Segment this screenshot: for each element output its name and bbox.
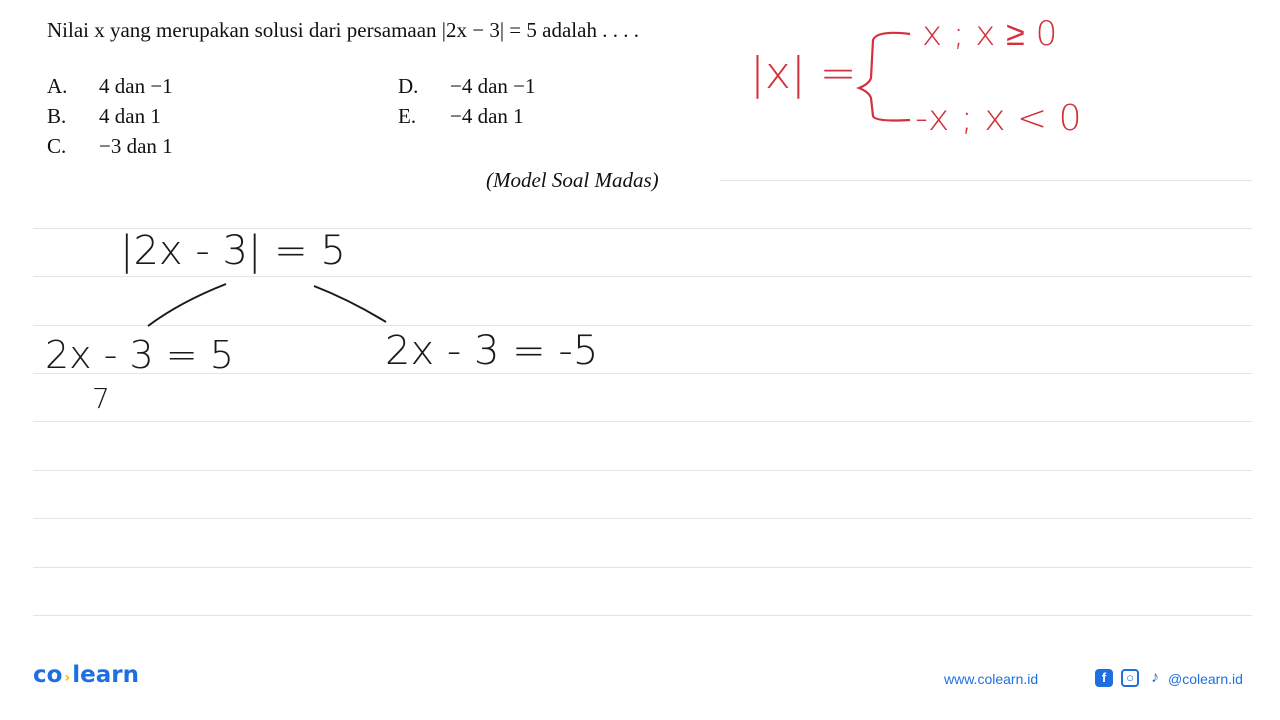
instagram-icon[interactable]: ○ bbox=[1121, 669, 1139, 687]
social-handle[interactable]: @colearn.id bbox=[1168, 671, 1243, 687]
option-text: −4 dan −1 bbox=[450, 74, 536, 98]
ruled-line bbox=[33, 518, 1252, 519]
option-text: −3 dan 1 bbox=[99, 134, 173, 158]
ruled-line bbox=[33, 276, 1252, 277]
option-b: B. 4 dan 1 bbox=[47, 104, 161, 129]
ruled-line bbox=[33, 567, 1252, 568]
branch-left-equation: 2x - 3 = 5 bbox=[45, 333, 234, 377]
option-e: E. −4 dan 1 bbox=[398, 104, 524, 129]
option-c: C. −3 dan 1 bbox=[47, 134, 173, 159]
option-text: −4 dan 1 bbox=[450, 104, 524, 128]
abs-case-negative: -x ; x < 0 bbox=[915, 98, 1082, 139]
question-source: (Model Soal Madas) bbox=[486, 168, 659, 192]
facebook-icon[interactable]: f bbox=[1095, 669, 1113, 687]
colearn-logo: co ›learn bbox=[33, 662, 139, 688]
curly-brace-icon bbox=[856, 31, 911, 122]
option-letter: C. bbox=[47, 134, 67, 158]
ruled-line bbox=[33, 470, 1252, 471]
option-a: A. 4 dan −1 bbox=[47, 74, 173, 99]
option-letter: B. bbox=[47, 104, 67, 128]
option-letter: E. bbox=[398, 104, 417, 128]
logo-text: learn bbox=[72, 662, 139, 688]
abs-definition-lhs: |x| = bbox=[750, 48, 857, 99]
branch-lines bbox=[147, 283, 387, 327]
branch-right-equation: 2x - 3 = -5 bbox=[385, 328, 599, 374]
option-d: D. −4 dan −1 bbox=[398, 74, 536, 99]
option-text: 4 dan 1 bbox=[99, 104, 161, 128]
equation-handwritten: |2x - 3| = 5 bbox=[120, 228, 346, 274]
option-letter: A. bbox=[47, 74, 68, 98]
ruled-line bbox=[33, 421, 1252, 422]
ruled-line bbox=[720, 180, 1252, 181]
logo-text: co bbox=[33, 662, 63, 688]
option-text: 4 dan −1 bbox=[99, 74, 173, 98]
abs-case-positive: x ; x ≥ 0 bbox=[922, 14, 1058, 54]
option-letter: D. bbox=[398, 74, 419, 98]
ruled-line bbox=[33, 615, 1252, 616]
question-stem: Nilai x yang merupakan solusi dari persa… bbox=[47, 18, 639, 42]
tiktok-icon[interactable]: ♪ bbox=[1146, 669, 1164, 687]
question: Nilai x yang merupakan solusi dari persa… bbox=[47, 16, 707, 45]
website-link[interactable]: www.colearn.id bbox=[944, 671, 1038, 687]
partial-answer: 7 bbox=[92, 382, 110, 415]
